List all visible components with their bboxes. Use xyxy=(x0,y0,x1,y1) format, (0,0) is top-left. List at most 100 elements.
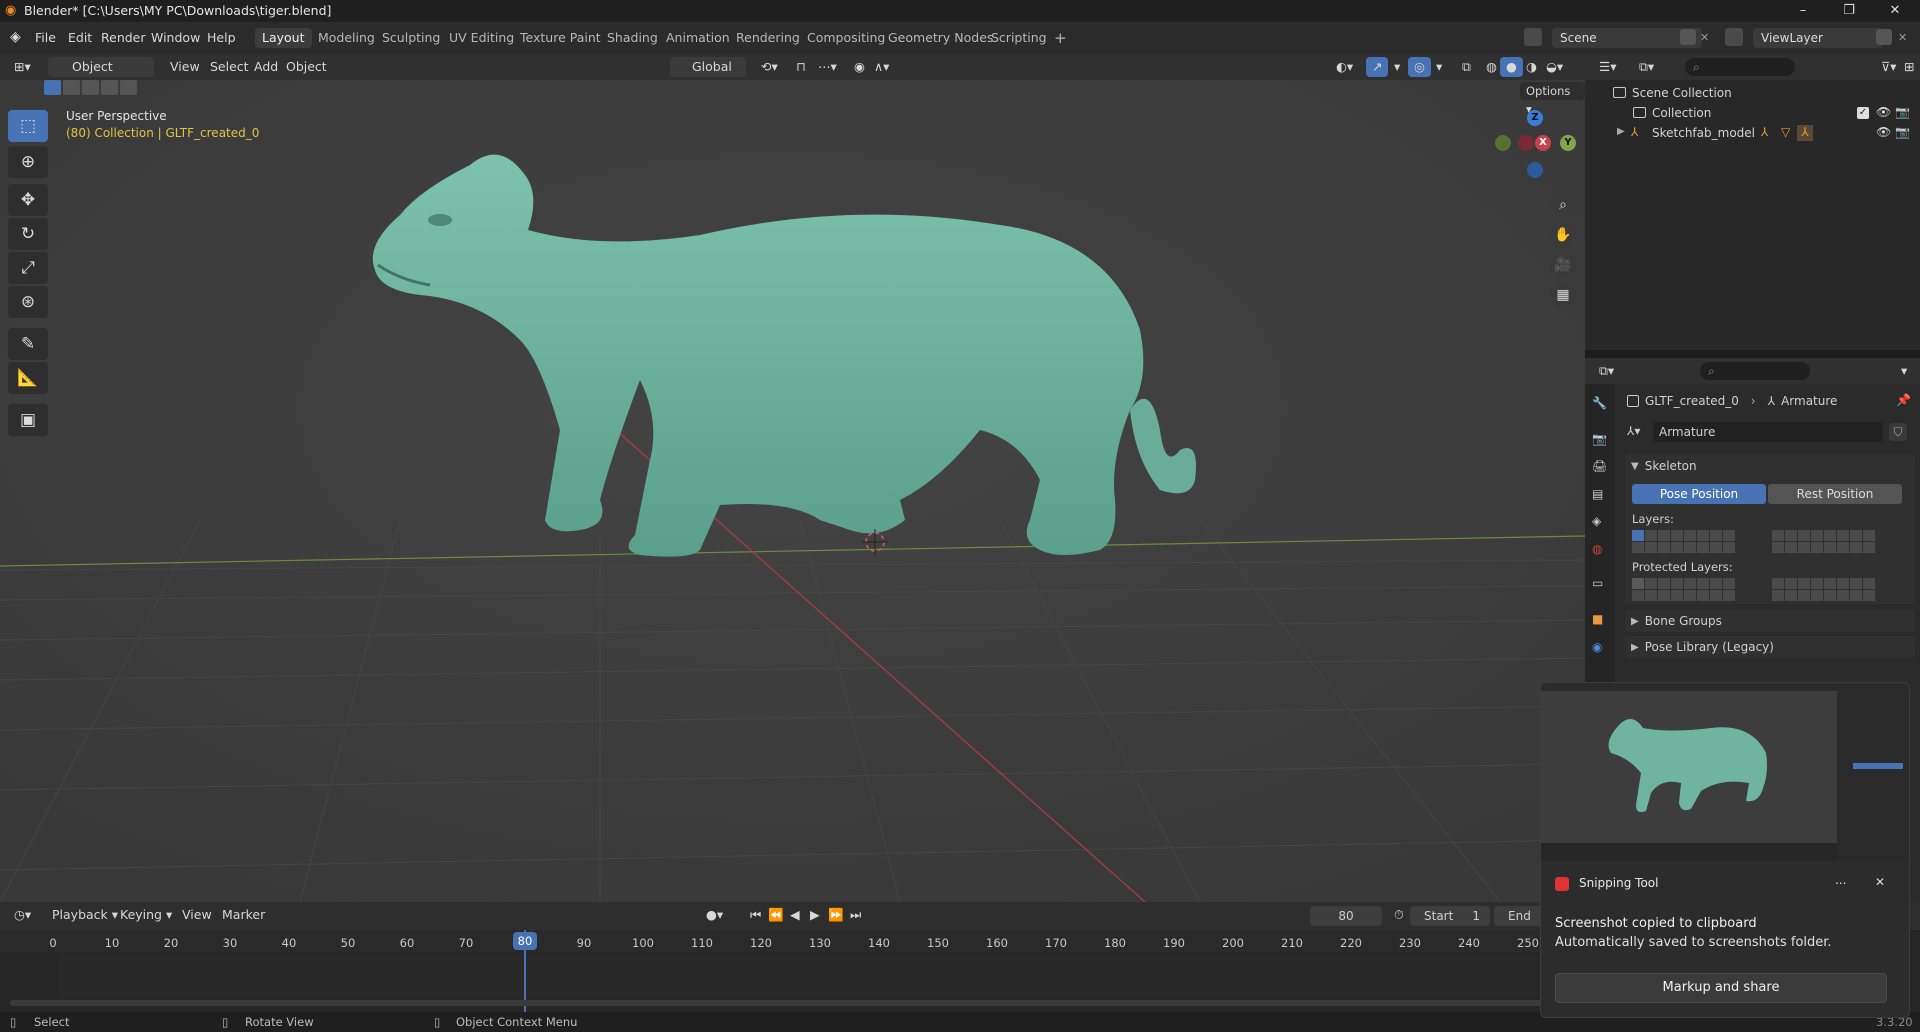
auto-keying-icon[interactable]: ●▾ xyxy=(700,905,729,925)
perspective-grid-icon[interactable]: ▦ xyxy=(1550,282,1576,308)
skeleton-panel-header[interactable]: ▼ Skeleton xyxy=(1631,459,1697,473)
select-box-tool-icon[interactable]: ⬚ xyxy=(8,110,48,142)
outliner-scene-collection[interactable]: Scene Collection xyxy=(1585,84,1920,104)
current-frame-field[interactable]: 80 xyxy=(1310,906,1382,926)
tool-tab-icon[interactable]: 🔧 xyxy=(1592,396,1607,410)
menu-help[interactable]: Help xyxy=(207,30,236,45)
exclude-checkbox[interactable]: ✓ xyxy=(1857,107,1869,119)
snap-target-icon[interactable]: ⋯▾ xyxy=(812,57,843,77)
render-tab-icon[interactable]: 📷 xyxy=(1592,432,1607,446)
scene-tab-icon[interactable]: ◈ xyxy=(1592,514,1601,528)
select-intersect-icon[interactable] xyxy=(120,80,137,95)
tab-geometry-nodes[interactable]: Geometry Nodes xyxy=(881,28,1000,48)
menu-timeline-view[interactable]: View xyxy=(176,905,218,925)
play-reverse-icon[interactable]: ◀ xyxy=(784,905,806,925)
start-frame-field[interactable]: Start 1 xyxy=(1410,906,1490,926)
view-layer-tab-icon[interactable]: ▤ xyxy=(1592,487,1603,501)
annotate-tool-icon[interactable]: ✎ xyxy=(8,328,48,360)
scale-tool-icon[interactable]: ⤢ xyxy=(8,252,48,284)
fake-user-shield-icon[interactable]: ⛉ xyxy=(1889,423,1907,441)
transform-tool-icon[interactable]: ⊛ xyxy=(8,286,48,318)
cursor-tool-icon[interactable]: ⊕ xyxy=(8,146,48,178)
outliner-search-input[interactable]: ⌕ xyxy=(1685,58,1795,76)
render-camera-icon-2[interactable]: 📷 xyxy=(1895,125,1910,139)
gizmo-neg-y[interactable] xyxy=(1495,135,1511,151)
menu-file[interactable]: File xyxy=(35,30,56,45)
scene-selector-icon[interactable] xyxy=(1524,28,1542,46)
bone-layers-grid-b[interactable] xyxy=(1772,530,1875,553)
close-window-button[interactable]: ✕ xyxy=(1872,0,1918,22)
pose-library-panel-header[interactable]: ▶ Pose Library (Legacy) xyxy=(1625,636,1915,658)
menu-window[interactable]: Window xyxy=(151,30,200,45)
physics-tab-icon[interactable]: ◉ xyxy=(1592,640,1602,654)
mode-selector[interactable]: Object Mode xyxy=(48,57,154,94)
expand-arrow-icon[interactable]: ▶ xyxy=(1617,126,1625,137)
menu-marker[interactable]: Marker xyxy=(216,905,271,925)
tab-shading[interactable]: Shading xyxy=(600,28,665,48)
new-collection-icon[interactable]: ⊞ xyxy=(1898,57,1920,77)
select-new-icon[interactable] xyxy=(44,80,61,95)
preview-range-icon[interactable]: ⏱ xyxy=(1388,905,1410,925)
gizmo-toggle-icon[interactable]: ↗ xyxy=(1366,57,1389,77)
markup-and-share-button[interactable]: Markup and share xyxy=(1555,973,1887,1003)
new-scene-icon[interactable] xyxy=(1680,29,1696,45)
bone-layers-grid-a[interactable] xyxy=(1632,530,1735,553)
tab-rendering[interactable]: Rendering xyxy=(729,28,807,48)
jump-end-icon[interactable]: ⏭ xyxy=(844,905,867,925)
view-layer-icon[interactable] xyxy=(1725,28,1743,46)
delete-scene-icon[interactable]: ✕ xyxy=(1700,31,1709,44)
tab-texture-paint[interactable]: Texture Paint xyxy=(513,28,608,48)
snipping-tool-notification[interactable]: Snipping Tool ... ✕ Screenshot copied to… xyxy=(1540,682,1910,1018)
playhead-frame-label[interactable]: 80 xyxy=(513,932,537,950)
gizmo-neg-x[interactable] xyxy=(1518,135,1534,151)
overlay-toggle-icon[interactable]: ◎ xyxy=(1408,57,1431,77)
outliner-item-sketchfab-model[interactable]: ▶ ⅄ Sketchfab_model ⅄ ▽ ⅄ 👁 📷 xyxy=(1585,124,1920,144)
protected-layers-grid-a[interactable] xyxy=(1632,578,1735,601)
gizmo-neg-z[interactable] xyxy=(1527,162,1543,178)
protected-layers-grid-b[interactable] xyxy=(1772,578,1875,601)
blender-menu-icon[interactable]: ◈ xyxy=(10,29,21,45)
select-extend-icon[interactable] xyxy=(63,80,80,95)
falloff-icon[interactable]: ∧▾ xyxy=(868,57,895,77)
move-tool-icon[interactable]: ✥ xyxy=(8,184,48,216)
overlay-dropdown-icon[interactable]: ▾ xyxy=(1430,57,1448,77)
datablock-type-icon[interactable]: ⅄▾ xyxy=(1627,424,1640,438)
tab-modeling[interactable]: Modeling xyxy=(311,28,382,48)
menu-edit[interactable]: Edit xyxy=(68,30,92,45)
rotate-tool-icon[interactable]: ↻ xyxy=(8,218,48,250)
menu-keying[interactable]: Keying ▾ xyxy=(114,905,178,925)
properties-options-icon[interactable]: ▾ xyxy=(1895,361,1913,381)
snap-icon[interactable]: ⊓ xyxy=(790,57,812,77)
more-options-button[interactable]: ... xyxy=(1835,873,1846,887)
tab-sculpting[interactable]: Sculpting xyxy=(375,28,447,48)
menu-playback[interactable]: Playback ▾ xyxy=(46,905,124,925)
output-tab-icon[interactable]: 🖨 xyxy=(1592,459,1607,473)
tab-layout[interactable]: Layout xyxy=(255,28,312,48)
navigation-gizmo[interactable]: Z Y X xyxy=(1490,110,1576,190)
armature-name-field[interactable]: Armature xyxy=(1653,422,1883,442)
zoom-icon[interactable]: ⌕ xyxy=(1550,192,1576,218)
menu-view[interactable]: View xyxy=(164,57,206,77)
screenshot-thumbnail[interactable] xyxy=(1541,683,1909,861)
pin-icon[interactable]: 📌 xyxy=(1896,393,1911,407)
delete-view-layer-icon[interactable]: ✕ xyxy=(1898,31,1907,44)
rendered-shading-icon[interactable]: ◒▾ xyxy=(1540,57,1569,77)
pose-position-button[interactable]: Pose Position xyxy=(1632,484,1766,504)
timeline-scrollbar[interactable] xyxy=(10,1000,1560,1006)
object-tab-icon[interactable]: ■ xyxy=(1592,612,1603,626)
collection-tab-icon[interactable]: ▭ xyxy=(1592,576,1603,590)
visibility-eye-icon[interactable]: 👁 xyxy=(1876,105,1891,119)
bone-groups-panel-header[interactable]: ▶ Bone Groups xyxy=(1625,610,1915,632)
pivot-point-icon[interactable]: ⟲▾ xyxy=(755,57,784,77)
menu-render[interactable]: Render xyxy=(101,30,146,45)
minimize-button[interactable]: – xyxy=(1780,0,1826,22)
properties-search-input[interactable]: ⌕ xyxy=(1700,362,1810,380)
properties-editor-type-icon[interactable]: ⧉▾ xyxy=(1593,361,1620,381)
tab-uv-editing[interactable]: UV Editing xyxy=(442,28,521,48)
maximize-button[interactable]: ❐ xyxy=(1826,0,1872,22)
3d-viewport[interactable]: User Perspective (80) Collection | GLTF_… xyxy=(0,80,1585,902)
menu-object[interactable]: Object xyxy=(280,57,333,77)
gizmo-z-axis[interactable]: Z xyxy=(1527,110,1543,126)
world-tab-icon[interactable]: ◍ xyxy=(1592,542,1602,556)
visibility-icon[interactable]: ◐▾ xyxy=(1330,57,1359,77)
